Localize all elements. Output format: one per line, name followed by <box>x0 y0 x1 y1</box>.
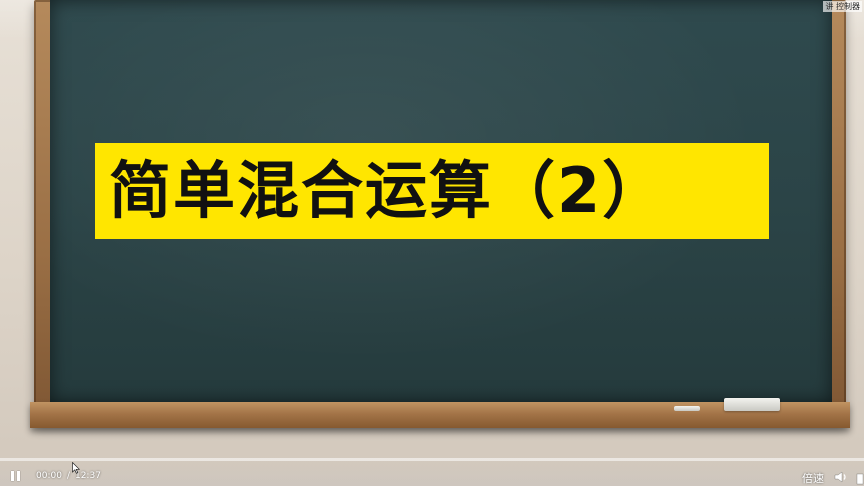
volume-button[interactable] <box>834 469 848 483</box>
chalk-piece <box>674 406 700 411</box>
current-time: 00:00 <box>36 471 62 481</box>
player-controls: 00:00/12:37 倍速 <box>0 458 864 486</box>
playback-speed-button[interactable]: 倍速 <box>802 470 824 486</box>
eraser <box>724 398 780 411</box>
fullscreen-icon <box>856 473 864 485</box>
progress-bar[interactable] <box>0 458 864 461</box>
time-display: 00:00/12:37 <box>36 471 101 481</box>
overlay-tag: 讲 控制器 <box>823 1 862 12</box>
lesson-title: 简单混合运算（2） <box>109 154 667 227</box>
pause-button[interactable] <box>8 469 22 483</box>
title-banner: 简单混合运算（2） <box>95 143 769 239</box>
time-separator: / <box>66 471 70 481</box>
volume-icon <box>834 471 846 483</box>
fullscreen-button[interactable] <box>856 470 864 485</box>
video-player[interactable]: 简单混合运算（2） 讲 控制器 00:00/12:37 倍速 <box>0 0 864 486</box>
mouse-cursor-icon <box>72 462 80 474</box>
pause-icon <box>9 471 21 481</box>
